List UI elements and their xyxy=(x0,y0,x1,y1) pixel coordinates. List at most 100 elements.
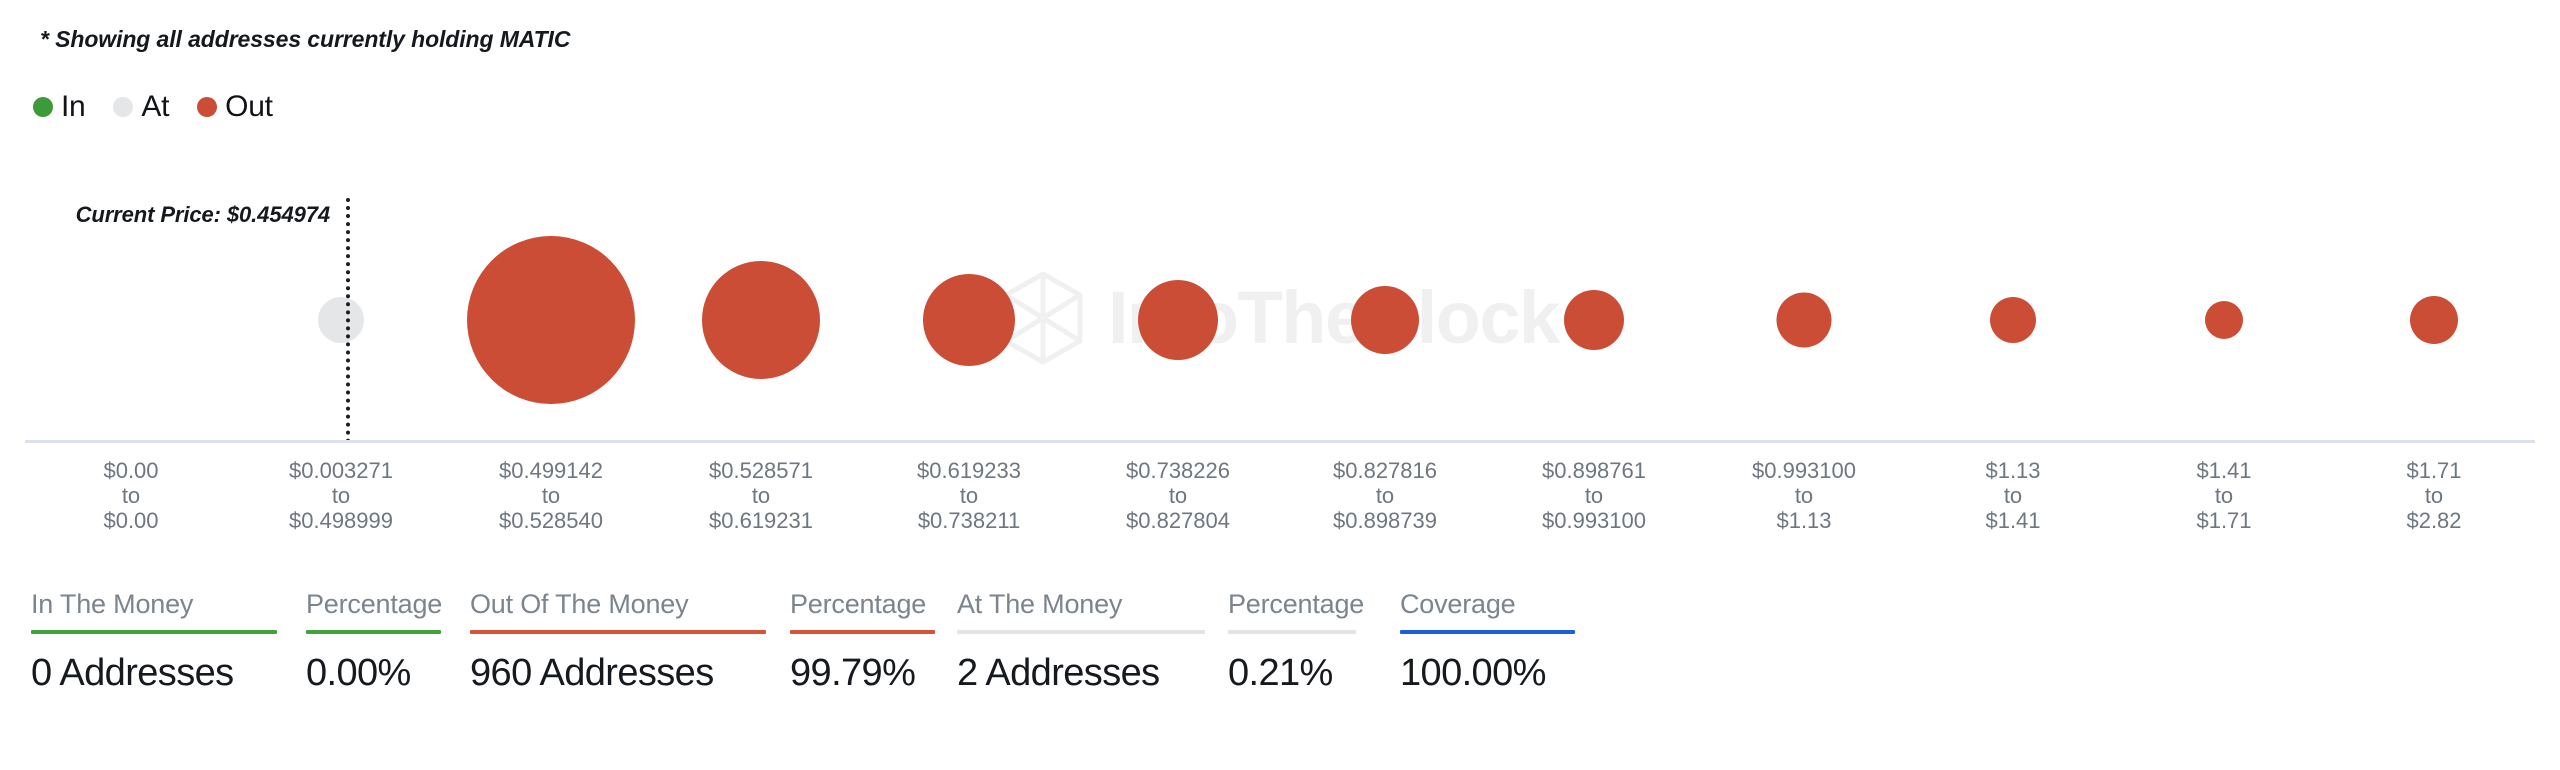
stat-rule xyxy=(470,630,766,634)
bubble-out-10[interactable] xyxy=(2205,301,2243,339)
stat-value: 99.79% xyxy=(790,652,916,694)
stat-value: 0 Addresses xyxy=(31,652,234,694)
legend-item-out[interactable]: Out xyxy=(197,90,273,123)
chart-legend: In At Out xyxy=(33,88,301,126)
axis-tick-label: $0.528571 to $0.619231 xyxy=(709,458,813,533)
stat-value: 0.00% xyxy=(306,652,411,694)
axis-tick-label: $0.003271 to $0.498999 xyxy=(289,458,393,533)
stat-rule xyxy=(306,630,441,634)
axis-tick-label: $0.993100 to $1.13 xyxy=(1752,458,1856,533)
stat-rule xyxy=(1228,630,1356,634)
axis-tick-high: $1.41 xyxy=(1985,508,2041,533)
axis-tick-label: $0.619233 to $0.738211 xyxy=(917,458,1021,533)
axis-tick-high: $2.82 xyxy=(2406,508,2462,533)
axis-tick-label: $0.898761 to $0.993100 xyxy=(1542,458,1646,533)
axis-tick-high: $0.898739 xyxy=(1333,508,1437,533)
axis-tick-label: $0.738226 to $0.827804 xyxy=(1126,458,1230,533)
x-axis-line xyxy=(25,440,2535,443)
axis-tick-high: $1.13 xyxy=(1776,508,1832,533)
legend-label: At xyxy=(141,90,170,123)
legend-label: In xyxy=(61,90,86,123)
axis-tick-high: $0.619231 xyxy=(709,508,813,533)
axis-tick-low: $0.00 xyxy=(103,458,159,483)
bubble-out-6[interactable] xyxy=(1351,286,1419,354)
stat-card-coverage: Coverage 100.00% xyxy=(1400,588,1575,696)
axis-tick-separator: to xyxy=(2424,483,2444,508)
circle-icon xyxy=(197,97,218,117)
axis-tick-label: $1.13 to $1.41 xyxy=(1985,458,2040,533)
current-price-label: Current Price: $0.454974 xyxy=(75,202,331,227)
intotheblock-watermark: IntoTheBlock xyxy=(1000,270,1560,366)
summary-stats: In The Money 0 Addresses Percentage 0.00% Ou… xyxy=(0,588,2560,738)
current-price-line xyxy=(346,198,350,443)
axis-tick-low: $1.71 xyxy=(2406,458,2462,483)
stat-card-percentage: Percentage 99.79% xyxy=(790,588,935,696)
stat-title: Coverage xyxy=(1400,589,1516,619)
axis-tick-low: $1.41 xyxy=(2196,458,2252,483)
axis-tick-low: $0.738226 xyxy=(1126,458,1230,483)
axis-tick-low: $0.898761 xyxy=(1542,458,1646,483)
chart-root: * Showing all addresses currently holdin… xyxy=(0,0,2560,770)
circle-icon xyxy=(33,97,53,117)
axis-tick-separator: to xyxy=(331,483,351,508)
stat-title: In The Money xyxy=(31,589,194,619)
bubble-at-1[interactable] xyxy=(318,297,364,343)
stat-rule xyxy=(1400,630,1575,634)
stat-title: Percentage xyxy=(306,589,443,619)
axis-tick-low: $0.827816 xyxy=(1333,458,1437,483)
bubble-out-11[interactable] xyxy=(2410,296,2458,344)
axis-tick-high: $0.993100 xyxy=(1542,508,1646,533)
axis-tick-high: $1.71 xyxy=(2196,508,2252,533)
axis-tick-label: $1.41 to $1.71 xyxy=(2196,458,2251,533)
stat-value: 0.21% xyxy=(1228,652,1333,694)
circle-icon xyxy=(113,97,134,117)
axis-tick-separator: to xyxy=(541,483,561,508)
axis-tick-separator: to xyxy=(1375,483,1395,508)
axis-tick-high: $0.738211 xyxy=(917,508,1021,533)
legend-label: Out xyxy=(225,90,273,123)
axis-tick-separator: to xyxy=(121,483,141,508)
axis-tick-separator: to xyxy=(2003,483,2023,508)
bubble-out-5[interactable] xyxy=(1138,280,1218,360)
axis-tick-high: $0.528540 xyxy=(499,508,603,533)
axis-tick-separator: to xyxy=(1584,483,1604,508)
axis-tick-low: $1.13 xyxy=(1985,458,2041,483)
axis-tick-label: $0.827816 to $0.898739 xyxy=(1333,458,1437,533)
stat-title: Out Of The Money xyxy=(470,589,689,619)
stat-value: 960 Addresses xyxy=(470,652,714,694)
stat-card-percentage: Percentage 0.21% xyxy=(1228,588,1364,696)
chart-footnote: * Showing all addresses currently holdin… xyxy=(40,26,571,52)
x-axis-tick-labels: $0.00 to $0.00 $0.003271 to $0.498999 $0.49914… xyxy=(0,458,2560,558)
axis-tick-low: $0.993100 xyxy=(1752,458,1856,483)
axis-tick-label: $1.71 to $2.82 xyxy=(2406,458,2461,533)
axis-tick-high: $0.498999 xyxy=(289,508,393,533)
stat-card-in-the-money: In The Money 0 Addresses xyxy=(31,588,277,696)
bubble-out-3[interactable] xyxy=(702,261,820,379)
axis-tick-label: $0.00 to $0.00 xyxy=(103,458,158,533)
bubble-out-4[interactable] xyxy=(923,274,1015,366)
bubble-out-8[interactable] xyxy=(1776,292,1832,348)
axis-tick-high: $0.00 xyxy=(103,508,159,533)
bubble-out-7[interactable] xyxy=(1564,290,1624,350)
stat-title: At The Money xyxy=(957,589,1123,619)
stat-rule xyxy=(31,630,277,634)
axis-tick-low: $0.619233 xyxy=(917,458,1021,483)
axis-tick-separator: to xyxy=(1794,483,1814,508)
plot-area: IntoTheBlock Current Price: $0.454974 xyxy=(0,140,2560,443)
axis-tick-separator: to xyxy=(751,483,771,508)
stat-card-percentage: Percentage 0.00% xyxy=(306,588,442,696)
axis-tick-low: $0.528571 xyxy=(709,458,813,483)
stat-title: Percentage xyxy=(1228,589,1365,619)
stat-value: 2 Addresses xyxy=(957,652,1160,694)
stat-card-at-the-money: At The Money 2 Addresses xyxy=(957,588,1205,696)
legend-item-at[interactable]: At xyxy=(113,92,169,122)
legend-item-in[interactable]: In xyxy=(33,90,86,123)
bubble-out-2[interactable] xyxy=(467,236,635,404)
stat-card-out-of-the-money: Out Of The Money 960 Addresses xyxy=(470,588,766,696)
stat-title: Percentage xyxy=(790,589,927,619)
stat-rule xyxy=(957,630,1205,634)
stat-rule xyxy=(790,630,935,634)
bubble-out-9[interactable] xyxy=(1990,297,2036,343)
axis-tick-low: $0.499142 xyxy=(499,458,603,483)
axis-tick-low: $0.003271 xyxy=(289,458,393,483)
